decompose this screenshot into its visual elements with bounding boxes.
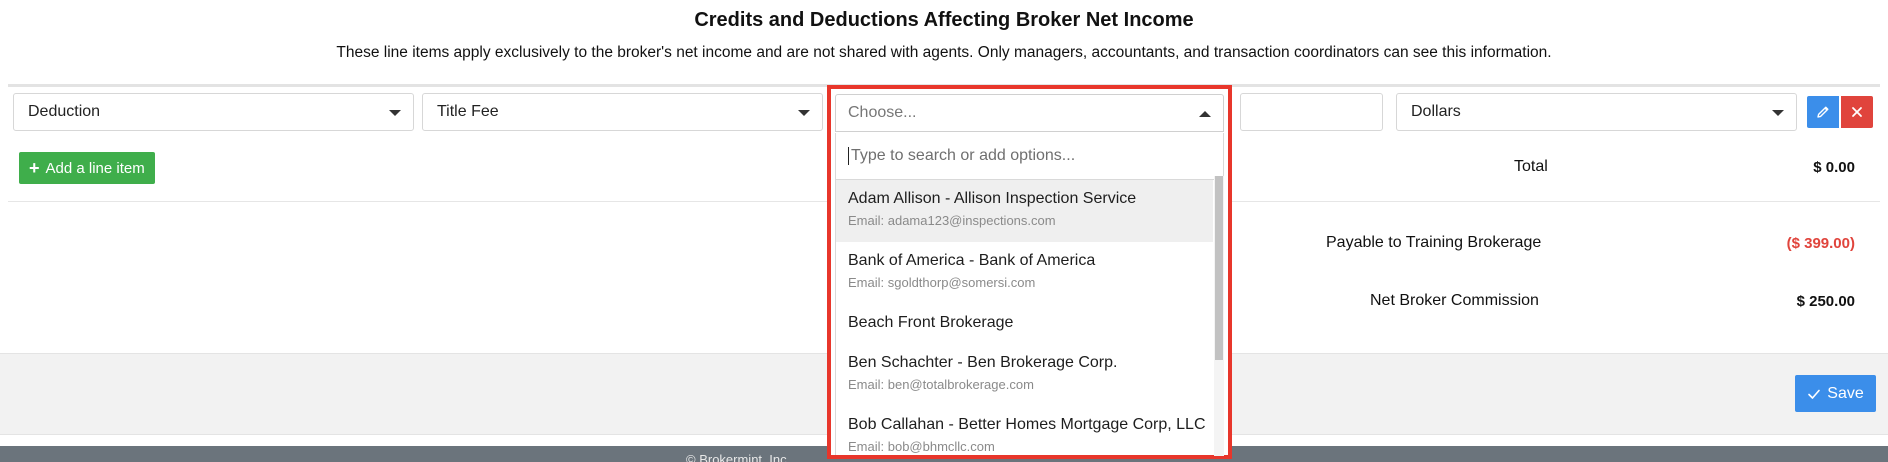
total-value: $ 0.00: [1813, 159, 1855, 176]
close-icon: [1852, 107, 1862, 117]
payee-dropdown: Choose... Type to search or add options.…: [827, 85, 1232, 459]
option-email: Email: ben@totalbrokerage.com: [848, 377, 1034, 392]
add-line-item-button[interactable]: + Add a line item: [19, 152, 155, 184]
option-name: Adam Allison - Allison Inspection Servic…: [848, 190, 1137, 207]
total-label: Total: [1514, 158, 1548, 175]
amount-unit-value: Dollars: [1411, 103, 1461, 120]
option-email: Email: sgoldthorp@somersi.com: [848, 275, 1036, 290]
option-name: Bob Callahan - Better Homes Mortgage Cor…: [848, 416, 1206, 433]
payable-value: ($ 399.00): [1786, 235, 1855, 252]
page-subtitle: These line items apply exclusively to th…: [336, 44, 1552, 61]
option-email: Email: adama123@inspections.com: [848, 213, 1056, 228]
line-item-type-value: Deduction: [28, 103, 101, 120]
payee-select[interactable]: Choose...: [835, 94, 1224, 132]
dropdown-option[interactable]: Bank of America - Bank of America Email:…: [836, 242, 1213, 304]
net-commission-label: Net Broker Commission: [1370, 292, 1539, 309]
dropdown-search-placeholder: Type to search or add options...: [851, 147, 1076, 164]
option-name: Ben Schachter - Ben Brokerage Corp.: [848, 354, 1118, 371]
chevron-down-icon: [389, 110, 401, 116]
dropdown-option[interactable]: Beach Front Brokerage: [836, 304, 1213, 344]
chevron-up-icon: [1199, 111, 1211, 117]
payee-placeholder: Choose...: [848, 104, 917, 121]
net-commission-value: $ 250.00: [1796, 293, 1855, 310]
check-icon: [1808, 389, 1821, 399]
dropdown-search-input[interactable]: Type to search or add options...: [835, 133, 1224, 180]
dropdown-option[interactable]: Adam Allison - Allison Inspection Servic…: [836, 180, 1213, 242]
amount-unit-select[interactable]: Dollars: [1396, 93, 1797, 131]
amount-input[interactable]: [1240, 93, 1383, 131]
payable-label: Payable to Training Brokerage: [1326, 234, 1542, 251]
option-name: Bank of America - Bank of America: [848, 252, 1096, 269]
plus-icon: +: [29, 158, 40, 178]
line-item-type-select[interactable]: Deduction: [13, 93, 414, 131]
option-name: Beach Front Brokerage: [848, 314, 1014, 331]
delete-button[interactable]: [1841, 96, 1873, 128]
save-button[interactable]: Save: [1795, 375, 1876, 412]
edit-button[interactable]: [1807, 96, 1839, 128]
save-label: Save: [1827, 384, 1864, 402]
option-email: Email: bob@bhmcllc.com: [848, 439, 995, 454]
dropdown-option[interactable]: Bob Callahan - Better Homes Mortgage Cor…: [836, 406, 1213, 455]
dropdown-scrollbar-thumb[interactable]: [1215, 176, 1223, 360]
line-item-category-select[interactable]: Title Fee: [422, 93, 823, 131]
add-line-item-label: Add a line item: [45, 159, 145, 177]
line-item-category-value: Title Fee: [437, 103, 499, 120]
pencil-icon: [1817, 106, 1829, 118]
chevron-down-icon: [1772, 110, 1784, 116]
dropdown-option[interactable]: Ben Schachter - Ben Brokerage Corp. Emai…: [836, 344, 1213, 406]
chevron-down-icon: [798, 110, 810, 116]
dropdown-options-list: Adam Allison - Allison Inspection Servic…: [835, 180, 1224, 455]
footer-text: © Brokermint, Inc.: [686, 452, 791, 462]
text-cursor: [848, 147, 849, 165]
page-title: Credits and Deductions Affecting Broker …: [694, 9, 1194, 31]
